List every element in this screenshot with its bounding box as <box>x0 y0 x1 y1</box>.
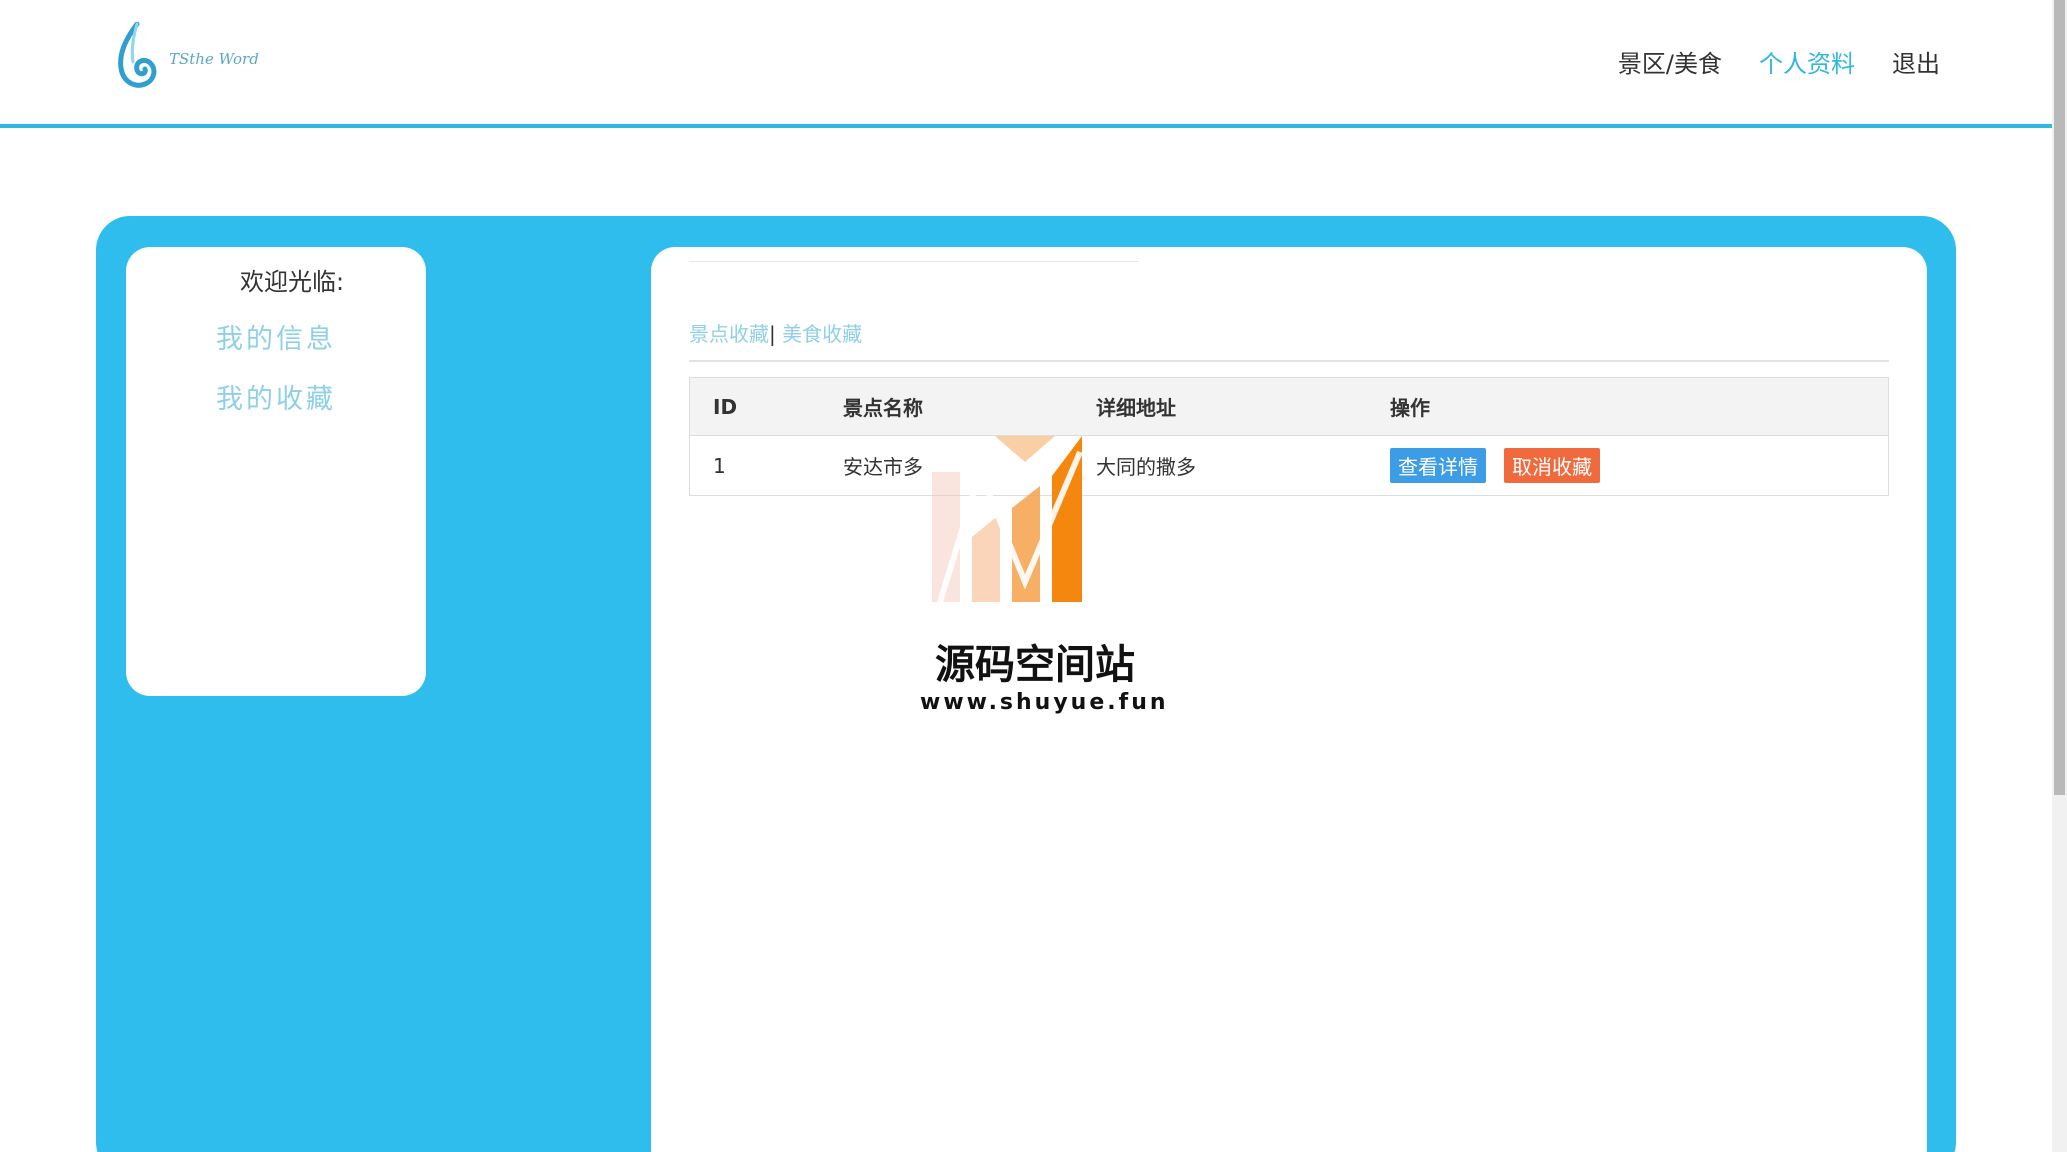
tab-food-favorites[interactable]: 美食收藏 <box>782 322 862 346</box>
watermark-title: 源码空间站 <box>935 642 1135 688</box>
table-row: 1 安达市多 大同的撒多 查看详情 取消收藏 <box>689 435 1889 496</box>
tab-scenic-favorites[interactable]: 景点收藏 <box>689 322 769 346</box>
nav-profile[interactable]: 个人资料 <box>1759 44 1855 79</box>
sidebar-item-my-info[interactable]: 我的信息 <box>126 317 426 356</box>
scrollbar-thumb[interactable] <box>2054 0 2065 795</box>
favorites-table: ID 景点名称 详细地址 操作 1 安达市多 大同的撒多 查看详情 取消收藏 <box>689 377 1889 496</box>
column-header-address: 详细地址 <box>1073 377 1367 436</box>
site-logo[interactable]: TSthe Word <box>115 21 265 92</box>
nav-logout[interactable]: 退出 <box>1892 44 1940 79</box>
remove-favorite-button[interactable]: 取消收藏 <box>1504 448 1600 483</box>
nav-scenic-food[interactable]: 景区/美食 <box>1618 44 1722 79</box>
welcome-text: 欢迎光临: <box>239 268 345 296</box>
column-header-actions: 操作 <box>1367 377 1889 436</box>
divider <box>689 360 1889 362</box>
cell-id: 1 <box>689 435 820 496</box>
column-header-name: 景点名称 <box>820 377 1073 436</box>
favorites-tabs: 景点收藏| 美食收藏 <box>689 318 862 347</box>
column-header-id: ID <box>689 377 820 436</box>
main-nav: 景区/美食 个人资料 退出 <box>1618 44 1940 79</box>
scrollbar[interactable] <box>2052 0 2067 1152</box>
page: TSthe Word 景区/美食 个人资料 退出 欢迎光临: 我的信息 我的收藏… <box>0 0 2067 1152</box>
divider <box>689 261 1139 262</box>
watermark: 源码空间站 www.shuyue.fun <box>920 432 1169 722</box>
tab-separator: | <box>769 322 776 346</box>
watermark-url: www.shuyue.fun <box>920 690 1169 715</box>
sidebar-item-my-favorites[interactable]: 我的收藏 <box>126 377 426 416</box>
cell-actions: 查看详情 取消收藏 <box>1367 435 1889 496</box>
table-header-row: ID 景点名称 详细地址 操作 <box>689 377 1889 436</box>
logo-drop-icon <box>118 21 157 88</box>
logo-text: TSthe Word <box>169 50 259 68</box>
view-details-button[interactable]: 查看详情 <box>1390 448 1486 483</box>
profile-sidebar: 欢迎光临: 我的信息 我的收藏 <box>126 247 426 696</box>
site-header: TSthe Word 景区/美食 个人资料 退出 <box>0 0 2052 128</box>
watermark-logo-icon <box>932 436 1083 603</box>
favorites-content: 景点收藏| 美食收藏 ID 景点名称 详细地址 操作 1 安达市多 大同的撒多 … <box>651 247 1927 1152</box>
